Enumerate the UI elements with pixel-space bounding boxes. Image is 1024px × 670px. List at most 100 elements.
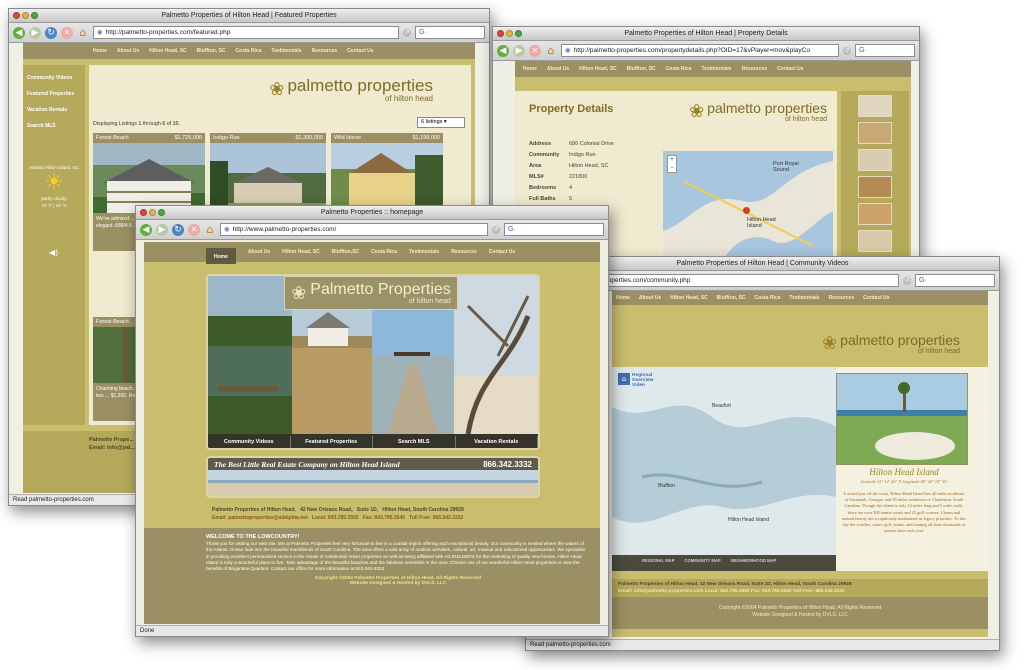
title-bar[interactable]: Palmetto Properties of Hilton Head | Fea… [9, 9, 489, 23]
go-icon[interactable]: ↺ [903, 276, 911, 285]
thumbnail[interactable] [858, 230, 892, 252]
nav-costa-rica[interactable]: Costa Rica [371, 249, 397, 255]
card-name: Forest Beach [96, 319, 129, 325]
sidebar-item-search-mls[interactable]: Search MLS [27, 123, 85, 129]
title-bar[interactable]: Palmetto Properties of Hilton Head | Pro… [493, 27, 919, 41]
nav-hilton-head[interactable]: Hilton Head, SC [149, 48, 187, 54]
copyright: Copyright ©2004 Palmetto Properties of H… [718, 605, 882, 611]
stop-icon[interactable]: ✕ [188, 223, 200, 236]
nav-hilton-head[interactable]: Hilton Head, SC [670, 295, 708, 301]
video-label[interactable]: Regional Overview Video [632, 373, 662, 388]
map-zoom-controls[interactable]: + − [667, 155, 677, 173]
nav-testimonials[interactable]: Testimonials [701, 66, 731, 72]
nav-contact[interactable]: Contact Us [863, 295, 889, 301]
home-icon[interactable]: ⌂ [545, 44, 557, 57]
property-map[interactable]: + − Port Royal Sound Hilton Head Island [663, 151, 833, 261]
sidebar-item-community-videos[interactable]: Community Videos [27, 75, 85, 81]
nav-hilton-head[interactable]: Hilton Head, SC [579, 66, 617, 72]
home-icon[interactable]: ⌂ [204, 223, 216, 236]
nav-testimonials[interactable]: Testimonials [789, 295, 819, 301]
nav-resources[interactable]: Resources [829, 295, 855, 301]
back-arrow-icon[interactable]: ◀ [497, 44, 509, 57]
nav-contact[interactable]: Contact Us [489, 249, 515, 255]
close-button[interactable] [13, 12, 20, 19]
nav-home-tab[interactable]: Home [206, 248, 236, 264]
home-icon[interactable]: ⌂ [77, 26, 89, 39]
nav-about[interactable]: About Us [639, 295, 661, 301]
google-search-field[interactable]: G· [504, 223, 604, 236]
thumbnail[interactable] [858, 95, 892, 117]
sidebar-item-vacation-rentals[interactable]: Vacation Rentals [27, 107, 85, 113]
nav-hilton-head[interactable]: Hilton Head, SC [282, 249, 320, 255]
map-tab[interactable]: COMMUNITY MAP [685, 558, 721, 563]
window-homepage: Palmetto Properties :: homepage ◀ ▶ ↻ ✕ … [135, 205, 609, 637]
forward-arrow-icon[interactable]: ▶ [513, 44, 525, 57]
menu-vacation-rentals[interactable]: Vacation Rentals [455, 436, 538, 448]
address-bar[interactable]: ◉ http://palmetto-properties.com/property… [561, 44, 839, 57]
close-button[interactable] [497, 30, 504, 37]
weather-condition: partly cloudy [41, 196, 67, 201]
nav-contact[interactable]: Contact Us [347, 48, 373, 54]
back-arrow-icon[interactable]: ◀ [13, 26, 25, 39]
reload-icon[interactable]: ↻ [172, 223, 184, 236]
nav-testimonials[interactable]: Testimonials [409, 249, 439, 255]
zoom-button[interactable] [158, 209, 165, 216]
stop-icon[interactable]: ✕ [529, 44, 541, 57]
address-bar[interactable]: ◉ http://palmetto-properties.com/featured… [93, 26, 399, 39]
google-search-field[interactable]: G· [855, 44, 915, 57]
map-tab[interactable]: NEIGHBORHOOD MAP [731, 558, 777, 563]
nav-costa-rica[interactable]: Costa Rica [236, 48, 262, 54]
nav-about[interactable]: About Us [117, 48, 139, 54]
regional-map[interactable]: ⌂ Regional Overview Video Beaufort Bluff… [612, 367, 836, 571]
nav-costa-rica[interactable]: Costa Rica [755, 295, 781, 301]
listings-select[interactable]: 6 listings ▾ [417, 117, 465, 128]
sidebar-item-featured-properties[interactable]: Featured Properties [27, 91, 85, 97]
logo: ❀ palmetto properties of hilton head [822, 333, 960, 355]
nav-bluffton[interactable]: Bluffton, SC [627, 66, 656, 72]
thumbnail[interactable] [858, 122, 892, 144]
back-arrow-icon[interactable]: ◀ [140, 223, 152, 236]
forward-arrow-icon[interactable]: ▶ [156, 223, 168, 236]
zoom-button[interactable] [515, 30, 522, 37]
minimize-button[interactable] [22, 12, 29, 19]
map-tab[interactable]: REGIONAL MAP [642, 558, 675, 563]
nav-resources[interactable]: Resources [742, 66, 768, 72]
close-button[interactable] [140, 209, 147, 216]
video-icon[interactable]: ⌂ [618, 373, 630, 385]
nav-resources[interactable]: Resources [451, 249, 477, 255]
nav-testimonials[interactable]: Testimonials [271, 48, 301, 54]
menu-community-videos[interactable]: Community Videos [208, 436, 291, 448]
address-bar[interactable]: ◉ http://www.palmetto-properties.com/ [220, 223, 488, 236]
menu-search-mls[interactable]: Search MLS [373, 436, 456, 448]
nav-about[interactable]: About Us [547, 66, 569, 72]
nav-home[interactable]: Home [523, 66, 537, 72]
title-bar[interactable]: Palmetto Properties :: homepage [136, 206, 608, 220]
speaker-icon[interactable]: ◀) [49, 248, 85, 257]
go-icon[interactable]: ↺ [403, 28, 411, 37]
nav-contact[interactable]: Contact Us [777, 66, 803, 72]
minimize-button[interactable] [149, 209, 156, 216]
nav-about[interactable]: About Us [248, 249, 270, 255]
thumbnail[interactable] [858, 176, 892, 198]
map-marker-icon[interactable] [743, 207, 750, 214]
zoom-button[interactable] [31, 12, 38, 19]
google-search-field[interactable]: G· [415, 26, 485, 39]
go-icon[interactable]: ↺ [492, 225, 500, 234]
go-icon[interactable]: ↺ [843, 46, 851, 55]
stop-icon[interactable]: ✕ [61, 26, 73, 39]
nav-resources[interactable]: Resources [312, 48, 338, 54]
menu-featured-properties[interactable]: Featured Properties [290, 436, 373, 448]
url-text: http://palmetto-properties.com/featured.… [105, 29, 231, 36]
thumbnail[interactable] [858, 203, 892, 225]
nav-home[interactable]: Home [93, 48, 107, 54]
nav-bluffton[interactable]: Bluffton,SC [332, 249, 360, 255]
nav-costa-rica[interactable]: Costa Rica [666, 66, 692, 72]
nav-bluffton[interactable]: Bluffton, SC [717, 295, 746, 301]
nav-bluffton[interactable]: Bluffton, SC [197, 48, 226, 54]
nav-home[interactable]: Home [616, 295, 630, 301]
thumbnail[interactable] [858, 149, 892, 171]
google-search-field[interactable]: G· [915, 274, 995, 287]
forward-arrow-icon[interactable]: ▶ [29, 26, 41, 39]
reload-icon[interactable]: ↻ [45, 26, 57, 39]
minimize-button[interactable] [506, 30, 513, 37]
